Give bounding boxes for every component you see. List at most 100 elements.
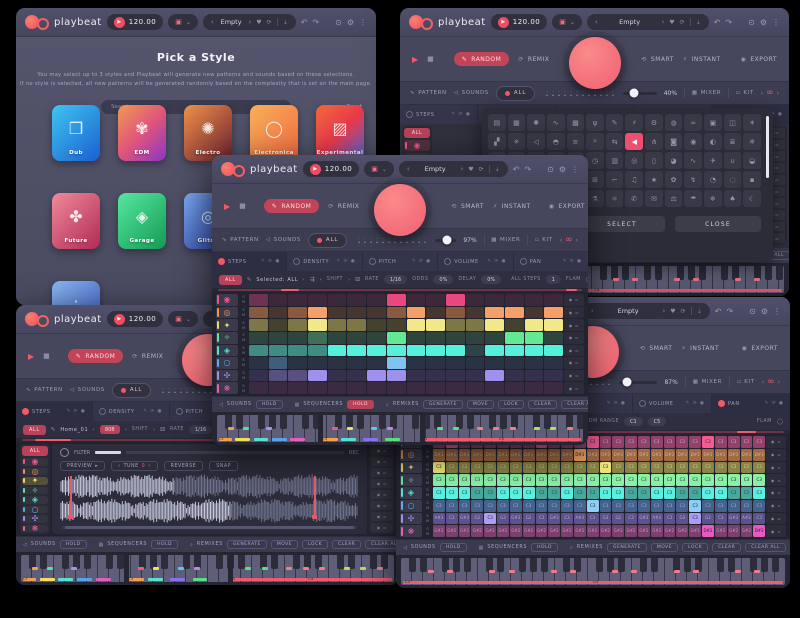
chevron-left-icon[interactable]: ‹ [761,90,763,97]
generate-button[interactable] [374,184,426,236]
instant-button[interactable]: ⚡INSTANT [681,345,719,352]
step-cell[interactable] [407,307,426,319]
step-cell[interactable] [328,357,347,369]
sound-tile-mail[interactable]: ✉ [645,190,663,207]
mute-label[interactable]: M [242,376,245,380]
piano-keyboard[interactable]: C3C3C3C4 [21,555,394,582]
step-cell[interactable] [288,332,307,344]
note-cell[interactable]: D#3 [625,449,637,461]
row-controls[interactable]: ◉ ▫ [564,332,584,344]
note-cell[interactable]: C3 [587,436,599,448]
note-cell[interactable]: C3 [548,500,560,512]
black-key[interactable] [596,558,603,572]
instrument-hihat-closed-icon[interactable]: ✦ [22,477,48,485]
row-controls[interactable]: ◉ ▫ [766,487,786,499]
favorite-icon[interactable]: ♥ [669,19,674,26]
note-cell[interactable]: C3 [715,513,727,525]
sound-tile-phone[interactable]: ✆ [625,190,643,207]
scrollbar-thumb[interactable] [65,526,354,529]
note-cell[interactable]: G#2 [433,525,445,537]
note-cell[interactable]: C3 [612,500,624,512]
param-section-steps[interactable]: STEPS✎ ⟳ ● [400,105,478,124]
note-cell[interactable]: G#2 [676,525,688,537]
note-cell[interactable]: C3 [689,487,701,499]
chevron-right-icon[interactable]: › [576,237,578,244]
note-cell[interactable]: D#3 [664,449,676,461]
chevron-right-icon[interactable]: › [148,464,150,469]
note-cell[interactable]: D#3 [741,449,753,461]
note-cell[interactable]: C3 [446,500,458,512]
note-cell[interactable]: C3 [484,462,496,474]
note-cell[interactable]: C3 [753,462,765,474]
style-tile-edm[interactable]: ✾EDM [118,105,166,161]
mute-label[interactable]: M [426,481,429,485]
step-cell[interactable] [446,370,465,382]
step-cell[interactable] [249,345,268,357]
sound-tile-speaker-low[interactable]: ◁ [527,133,545,150]
solo-label[interactable]: S [426,476,428,480]
all-rows-button[interactable]: ALL [23,425,46,435]
note-cell[interactable]: G2 [612,513,624,525]
sounds-toggle[interactable]: ◁SOUNDS [266,237,301,243]
waveform-display[interactable] [60,474,359,523]
sounds-hold-button[interactable]: HOLD [60,540,87,549]
step-cell[interactable] [407,345,426,357]
note-cell[interactable]: G#2 [497,525,509,537]
black-key[interactable] [699,266,706,280]
trim-marker[interactable] [314,476,316,515]
note-cell[interactable]: G#3 [638,513,650,525]
note-cell[interactable]: C3 [728,462,740,474]
black-key[interactable] [161,555,168,569]
step-cell[interactable] [505,345,524,357]
move-button[interactable]: MOVE [271,540,298,549]
note-cell[interactable]: C3 [664,436,676,448]
note-cell[interactable]: C3 [484,500,496,512]
black-key[interactable] [640,558,647,572]
row-solo-mute[interactable]: SM [423,462,432,474]
step-cell[interactable] [446,332,465,344]
instrument-hihat-closed-icon[interactable]: ✦ [216,319,238,331]
step-cell[interactable] [466,319,485,331]
black-key[interactable] [412,415,419,429]
note-cell[interactable]: C3 [561,474,573,486]
instrument-kick-icon[interactable]: ◉ [216,294,238,306]
step-cell[interactable] [505,319,524,331]
note-cell[interactable]: C3 [510,474,522,486]
note-cell[interactable]: C3 [664,487,676,499]
clear-all-button[interactable]: CLEAR ALL [745,543,786,552]
solo-label[interactable]: S [242,321,244,325]
step-cell[interactable] [249,294,268,306]
instrument-cymbal-icon[interactable]: ○ [216,357,238,369]
note-cell[interactable]: A#3 [433,513,445,525]
select-button[interactable]: SELECT [579,216,665,232]
instrument-percussion-icon[interactable]: ◈ [22,496,48,504]
random-button[interactable]: ✎RANDOM [264,199,320,213]
mute-label[interactable]: M [242,338,245,342]
step-cell[interactable] [426,345,445,357]
note-cell[interactable]: C3 [728,474,740,486]
note-cell[interactable]: C3 [433,500,445,512]
note-cell[interactable]: D#3 [510,449,522,461]
sound-tile-lightning[interactable]: ⚡ [625,114,643,131]
row-mini-controls[interactable]: ◉ ▫ [371,479,393,488]
instrument-cymbal-icon[interactable]: ○ [22,506,48,514]
row-mini-controls[interactable]: ◉ ▫ [371,501,393,510]
step-cell[interactable] [367,294,386,306]
step-cell[interactable] [308,319,327,331]
row-solo-mute[interactable]: SM [239,319,248,331]
note-cell[interactable]: C3 [510,462,522,474]
black-key[interactable] [216,555,223,569]
settings-icon[interactable]: ⚙ [347,18,354,27]
param-section-density[interactable]: DENSITY✎ ⟳ ● [93,402,170,421]
step-cell[interactable] [505,370,524,382]
note-cell[interactable]: D#3 [651,449,663,461]
step-cell[interactable] [426,357,445,369]
step-cell[interactable] [367,345,386,357]
step-cell[interactable] [505,332,524,344]
random-button[interactable]: ✎RANDOM [454,52,510,66]
sound-tile-dial[interactable]: ◔ [704,171,722,188]
black-key[interactable] [655,266,662,280]
note-cell[interactable]: C3 [715,487,727,499]
step-cell[interactable] [525,345,544,357]
note-cell[interactable]: G#2 [600,525,612,537]
